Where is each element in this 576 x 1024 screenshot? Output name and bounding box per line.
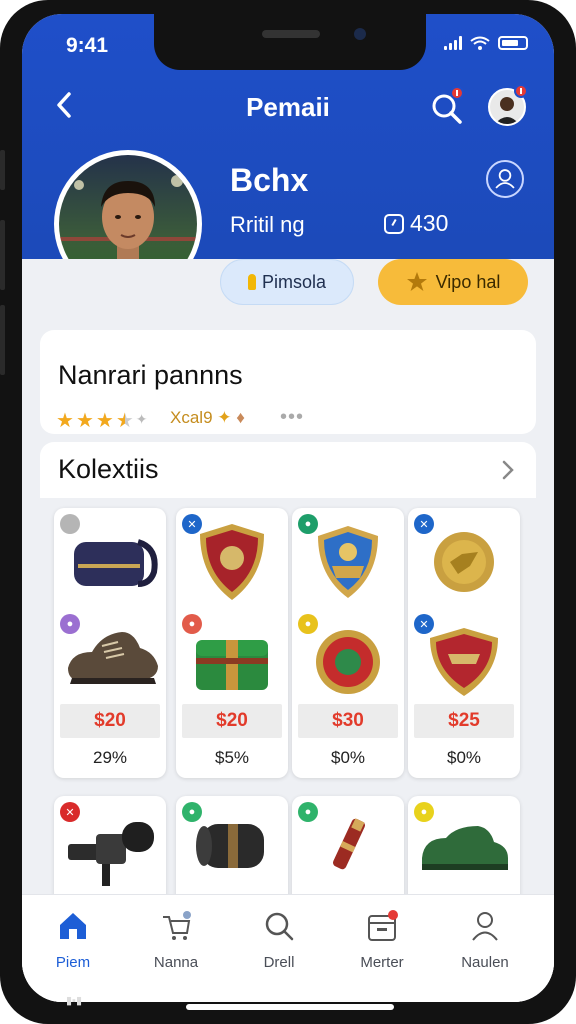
item-price: $20 (60, 704, 160, 738)
side-button (0, 305, 5, 375)
collection-card[interactable]: ✕ ● $20 $5% (176, 508, 288, 778)
shield-icon (200, 524, 264, 600)
hand-icon (247, 274, 256, 290)
page-title: Pemaii (246, 92, 330, 122)
notification-dot (514, 84, 528, 98)
secondary-action-button[interactable]: Vipo hal (378, 259, 528, 305)
nav-item-cart[interactable]: Nanna (131, 909, 221, 971)
profile-score: 430 (384, 210, 448, 237)
side-button (0, 150, 5, 190)
bottle-icon (332, 818, 366, 870)
item-percent: $0% (330, 748, 366, 767)
front-camera (354, 28, 366, 40)
person-icon (472, 912, 498, 941)
star-icon: ★ (115, 410, 134, 432)
secondary-action-label: Vipo hal (435, 271, 501, 292)
phone-frame: 9:41 Pemaii Bchx Rritil ng 430 Pimsola V… (0, 0, 576, 1024)
sparkle-icon: ✦ (217, 408, 232, 427)
primary-action-button[interactable]: Pimsola (220, 259, 354, 305)
nav-label: Drell (263, 954, 295, 971)
star-icon: ★ (75, 410, 94, 432)
shoe-icon (68, 632, 158, 684)
shoe-icon (422, 826, 508, 870)
status-time: 9:41 (66, 34, 109, 57)
nav-label: Nanna (153, 954, 199, 971)
star-icon: ★ (95, 410, 114, 432)
nav-item-home[interactable]: Piem (28, 909, 118, 971)
collection-card[interactable]: ● $20 29% (54, 508, 166, 778)
shield-icon (430, 628, 498, 696)
star-icon (406, 272, 427, 291)
search-icon (265, 912, 294, 941)
side-button (0, 220, 5, 290)
clock-icon (384, 213, 404, 234)
rating-title: Nanrari pannns (58, 360, 243, 390)
speaker (262, 30, 320, 38)
nav-label: Merter (360, 954, 404, 971)
nav-item-search[interactable]: Drell (234, 909, 324, 971)
star-icon: ★ (56, 410, 74, 432)
item-percent: $5% (214, 748, 250, 767)
collection-title: Kolextiis (58, 454, 159, 484)
screen: 9:41 Pemaii Bchx Rritil ng 430 Pimsola V… (22, 14, 554, 1002)
medal-icon (434, 532, 494, 592)
profile-name: Bchx (230, 162, 309, 198)
notch (154, 14, 426, 70)
profile-subtitle: Rritil ng (230, 212, 305, 237)
nav-item-calendar[interactable]: Merter (337, 909, 427, 971)
notification-dot (450, 86, 464, 100)
battery-icon (498, 36, 528, 50)
item-price: $30 (298, 704, 398, 738)
wifi-icon (470, 36, 490, 50)
calendar-icon (368, 910, 398, 941)
camera-icon (68, 822, 154, 886)
primary-action-label: Pimsola (261, 271, 327, 292)
item-percent: $0% (446, 748, 482, 767)
status-icons (444, 36, 528, 50)
item-percent: 29% (92, 748, 128, 767)
rating-meta: Xcal9 ✦ ♦ (170, 408, 245, 427)
collection-grid: ● $20 29% ✕ ● $20 $5% ● ● $30 $0% ✕ ✕ $2… (40, 498, 536, 916)
medal-icon (316, 630, 380, 694)
chest-icon (196, 640, 268, 690)
user-icon[interactable] (486, 160, 524, 198)
status-icon: ▮▪▮ (66, 995, 83, 1007)
item-price: $20 (182, 704, 282, 738)
cart-icon (163, 911, 191, 940)
nav-label: Piem (55, 954, 91, 971)
collection-header[interactable]: Kolextiis (40, 442, 536, 498)
nav-label: Naulen (461, 954, 509, 971)
sparkle-icon: ♦ (236, 408, 245, 427)
collection-card[interactable]: ✕ ✕ $25 $0% (408, 508, 520, 778)
nav-item-profile[interactable]: Naulen (440, 909, 530, 971)
shield-icon (318, 526, 378, 598)
chevron-right-icon[interactable] (496, 456, 520, 484)
rating-card: Nanrari pannns ★ ★ ★ ★ ✦ Xcal9 ✦ ♦ ••• (40, 330, 536, 434)
collection-card[interactable]: ● ● $30 $0% (292, 508, 404, 778)
bottom-nav: Piem Nanna Drell Merter Naulen (22, 894, 554, 1002)
more-dots-icon: ••• (280, 406, 305, 428)
item-price: $25 (414, 704, 514, 738)
star-icon: ✦ (135, 411, 148, 427)
item-badge: ● (298, 802, 318, 822)
star-rating: ★ ★ ★ ★ ✦ (56, 408, 147, 433)
barrel-icon (196, 824, 264, 868)
bag-icon (74, 539, 158, 587)
signal-icon (444, 36, 462, 50)
home-indicator[interactable] (186, 1004, 394, 1010)
score-value: 430 (410, 210, 449, 236)
home-icon (60, 913, 86, 939)
